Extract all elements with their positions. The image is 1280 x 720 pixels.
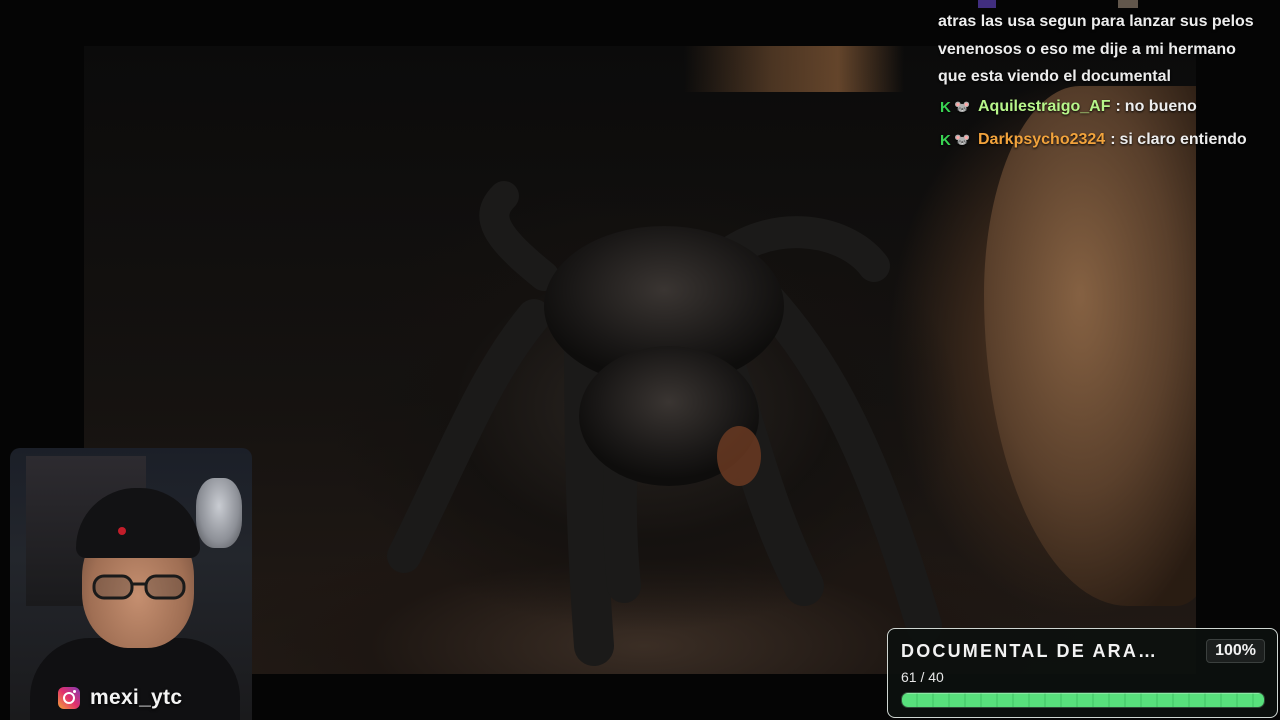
stream-layout: mexi_ytc atras las usa segun para lanzar…	[0, 0, 1280, 720]
chat-separator: :	[1110, 131, 1116, 148]
goal-count: 61 / 40	[901, 669, 944, 685]
rock-background	[984, 86, 1196, 606]
goal-widget: DOCUMENTAL DE ARA… 100% 61 / 40	[887, 628, 1278, 718]
chat-separator: :	[1115, 98, 1121, 115]
chat-continued-line: venenosos o eso me dije a mi hermano	[938, 40, 1236, 58]
goal-header: DOCUMENTAL DE ARA… 100%	[901, 639, 1265, 663]
glasses-icon	[92, 574, 186, 600]
chat-message: K 🐭 Darkpsycho2324 : si claro entiendo	[940, 124, 1280, 157]
social-handle: mexi_ytc	[58, 684, 182, 712]
chat-continued-line: atras las usa segun para lanzar sus pelo…	[938, 13, 1254, 30]
chat-overlay: atras las usa segun para lanzar sus pelo…	[938, 0, 1280, 157]
chat-text: si claro entiendo	[1119, 131, 1247, 148]
background-lamp	[196, 478, 242, 548]
instagram-username: mexi_ytc	[90, 686, 183, 709]
webcam-feed	[10, 448, 252, 720]
goal-progress-fill	[902, 693, 1264, 707]
goal-progress-track	[901, 692, 1265, 708]
chat-continued-line: que esta viendo el documental	[938, 68, 1171, 85]
chat-text: no bueno	[1124, 98, 1197, 115]
chat-username[interactable]: Aquilestraigo_AF	[978, 98, 1110, 116]
goal-title: DOCUMENTAL DE ARA…	[901, 640, 1159, 661]
goal-percent-badge: 100%	[1206, 639, 1265, 663]
mouse-badge-icon: 🐭	[954, 99, 971, 114]
instagram-icon	[58, 687, 80, 709]
video-top-edge	[684, 46, 904, 92]
cap-logo-dot	[118, 527, 126, 535]
chat-username[interactable]: Darkpsycho2324	[978, 131, 1105, 149]
cut-off-chat-line	[978, 0, 1238, 8]
tarantula-image	[387, 181, 942, 666]
kick-badge-icon: K	[940, 98, 951, 116]
mouse-badge-icon: 🐭	[954, 132, 971, 147]
chat-message: K 🐭 Aquilestraigo_AF : no bueno	[940, 91, 1280, 124]
kick-badge-icon: K	[940, 131, 951, 149]
